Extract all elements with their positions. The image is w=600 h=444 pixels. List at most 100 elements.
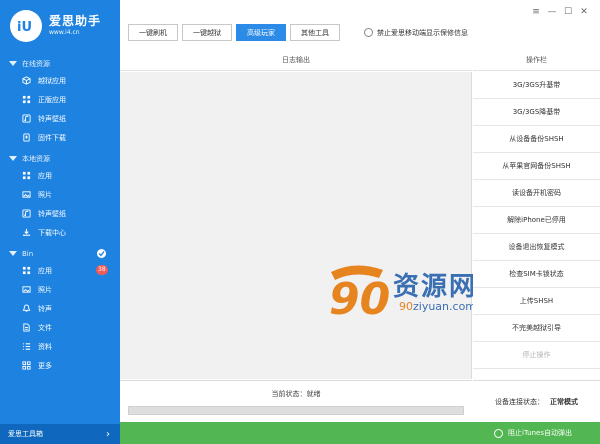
caret-down-icon	[9, 156, 17, 161]
tab-one-click-flash[interactable]: 一键刷机	[128, 24, 178, 41]
operations-header: 操作栏	[473, 49, 600, 71]
bottom-bar: 阻止iTunes自动弹出	[120, 422, 600, 444]
more-icon	[22, 361, 31, 370]
operation-button[interactable]: 不完美越狱引导	[473, 315, 600, 342]
operation-button: 停止操作	[473, 342, 600, 369]
sidebar-section-device[interactable]: Bin	[0, 246, 120, 261]
section-title: Bin	[22, 249, 34, 258]
photo-icon	[22, 191, 31, 198]
maximize-icon[interactable]: ☐	[560, 6, 576, 18]
sidebar-item-device-photos[interactable]: 照片	[0, 280, 120, 299]
sidebar-item-jailbreak-apps[interactable]: 越狱应用	[0, 71, 120, 90]
sidebar-item-label: 应用	[38, 266, 52, 275]
toolbar: 一键刷机 一键越狱 高级玩家 其他工具 禁止爱思移动端显示保修信息	[128, 24, 468, 41]
sidebar-item-local-apps[interactable]: 应用	[0, 166, 120, 185]
svg-text:90: 90	[329, 274, 390, 325]
app-count-badge: 38	[96, 265, 108, 275]
connected-check-icon	[97, 249, 106, 258]
operations-list: 3G/3GS升基带 3G/3GS降基带 从设备备份SHSH 从苹果官网备份SHSH 读设…	[473, 72, 600, 369]
log-header: 日志输出	[120, 49, 472, 71]
menu-icon[interactable]: ≡	[528, 6, 544, 18]
chevron-right-icon: ›	[106, 428, 110, 440]
section-title: 在线资源	[22, 59, 50, 68]
block-itunes-checkbox[interactable]: 阻止iTunes自动弹出	[494, 428, 572, 438]
close-icon[interactable]: ✕	[576, 6, 592, 18]
svg-text:iU: iU	[17, 20, 32, 35]
toolbox-label: 爱思工具箱	[8, 430, 43, 438]
minimize-icon[interactable]: —	[544, 6, 560, 18]
watermark-url: 90ziyuan.com	[399, 300, 477, 313]
sidebar-item-device-more[interactable]: 更多	[0, 356, 120, 375]
tab-advanced-player[interactable]: 高级玩家	[236, 24, 286, 41]
connection-label: 设备连接状态：	[495, 397, 544, 406]
hide-warranty-label: 禁止爱思移动端显示保修信息	[377, 28, 468, 37]
ringtone-icon	[22, 209, 31, 218]
section-title: 本地资源	[22, 154, 50, 163]
operation-button[interactable]: 从苹果官网备份SHSH	[473, 153, 600, 180]
operation-button[interactable]: 从设备备份SHSH	[473, 126, 600, 153]
sidebar-item-label: 文件	[38, 323, 52, 332]
log-output-area[interactable]: 90 资源网 90ziyuan.com	[120, 72, 476, 379]
operation-button[interactable]: 检查SIM卡锁状态	[473, 261, 600, 288]
sidebar-item-label: 铃声	[38, 304, 52, 313]
sidebar-item-device-info[interactable]: 资料	[0, 337, 120, 356]
current-status: 当前状态：就绪	[271, 390, 321, 398]
i4-logo-icon: iU	[17, 20, 32, 35]
ringtone-icon	[22, 114, 31, 123]
sidebar-item-label: 资料	[38, 342, 52, 351]
sidebar-item-label: 铃声壁纸	[38, 114, 66, 123]
apps-grid-icon	[22, 171, 31, 180]
firmware-icon	[23, 133, 30, 142]
apps-grid-icon	[22, 95, 31, 104]
app-name: 爱思助手	[49, 14, 102, 28]
photo-icon	[22, 286, 31, 293]
sidebar-item-firmware-download[interactable]: 固件下载	[0, 128, 120, 147]
app-url: www.i4.cn	[49, 29, 80, 36]
sidebar-item-ringtones-wallpapers[interactable]: 铃声壁纸	[0, 109, 120, 128]
bell-icon	[22, 304, 31, 312]
caret-down-icon	[9, 251, 17, 256]
sidebar-item-local-photos[interactable]: 照片	[0, 185, 120, 204]
sidebar-item-label: 照片	[38, 285, 52, 294]
sidebar-item-download-center[interactable]: 下载中心	[0, 223, 120, 242]
log-status-panel: 当前状态：就绪	[120, 380, 472, 422]
caret-down-icon	[9, 61, 17, 66]
sidebar-item-device-ringtones[interactable]: 铃声	[0, 299, 120, 318]
radio-icon	[494, 428, 504, 438]
sidebar-item-label: 应用	[38, 171, 52, 180]
download-icon	[22, 228, 31, 236]
connection-status: 设备连接状态： 正常模式	[473, 380, 600, 422]
sidebar-item-label: 照片	[38, 190, 52, 199]
apps-grid-icon	[22, 266, 31, 275]
operation-button[interactable]: 3G/3GS降基带	[473, 99, 600, 126]
sidebar: iU 爱思助手 www.i4.cn 在线资源 越狱应用 正版应用 铃声壁纸 固件…	[0, 0, 120, 444]
sidebar-item-label: 下载中心	[38, 228, 66, 237]
window-controls: ≡ — ☐ ✕	[528, 6, 592, 18]
operation-button[interactable]: 3G/3GS升基带	[473, 72, 600, 99]
sidebar-item-local-ringtones[interactable]: 铃声壁纸	[0, 204, 120, 223]
tab-one-click-jailbreak[interactable]: 一键越狱	[182, 24, 232, 41]
app-logo: iU	[10, 10, 42, 42]
progress-bar	[128, 406, 464, 415]
sidebar-item-label: 越狱应用	[38, 76, 66, 85]
operation-button[interactable]: 上传SHSH	[473, 288, 600, 315]
block-itunes-label: 阻止iTunes自动弹出	[508, 429, 572, 437]
toolbox-button[interactable]: 爱思工具箱 ›	[0, 424, 120, 444]
operation-button[interactable]: 设备退出恢复模式	[473, 234, 600, 261]
operation-button[interactable]: 解除iPhone已停用	[473, 207, 600, 234]
brand: iU 爱思助手 www.i4.cn	[0, 0, 120, 52]
sidebar-item-official-apps[interactable]: 正版应用	[0, 90, 120, 109]
watermark-title: 资源网	[393, 272, 478, 302]
radio-icon	[364, 28, 373, 37]
list-icon	[22, 343, 31, 350]
sidebar-item-device-apps[interactable]: 应用 38	[0, 261, 120, 280]
sidebar-item-device-files[interactable]: 文件	[0, 318, 120, 337]
watermark-logo-icon: 90	[329, 265, 390, 325]
sidebar-section-online[interactable]: 在线资源	[0, 56, 120, 71]
hide-warranty-checkbox[interactable]: 禁止爱思移动端显示保修信息	[364, 28, 468, 38]
sidebar-item-label: 固件下载	[38, 133, 66, 142]
sidebar-section-local[interactable]: 本地资源	[0, 151, 120, 166]
sidebar-item-label: 正版应用	[38, 95, 66, 104]
tab-other-tools[interactable]: 其他工具	[290, 24, 340, 41]
operation-button[interactable]: 读设备开机密码	[473, 180, 600, 207]
